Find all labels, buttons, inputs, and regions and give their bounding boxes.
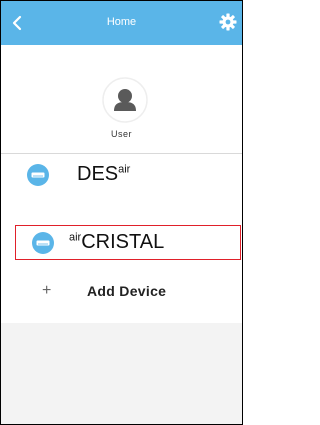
- user-avatar-icon[interactable]: [102, 77, 148, 123]
- page-title: Home: [106, 16, 137, 28]
- top-bar: Home: [1, 1, 242, 45]
- app-screen: Home User DESair airCRISTAL + Add Device: [0, 0, 243, 425]
- device-name: airCRISTAL: [69, 231, 165, 253]
- add-device-label: Add Device: [87, 283, 167, 299]
- device-item-des-air[interactable]: DESair: [1, 156, 242, 194]
- add-device-button[interactable]: + Add Device: [1, 279, 242, 307]
- gear-icon[interactable]: [218, 12, 238, 32]
- air-conditioner-icon: [32, 232, 54, 254]
- air-conditioner-icon: [27, 164, 49, 186]
- device-item-air-cristal[interactable]: airCRISTAL: [15, 225, 241, 260]
- plus-icon: +: [42, 282, 52, 299]
- empty-area: [1, 323, 242, 424]
- device-name: DESair: [77, 163, 131, 185]
- user-label: User: [110, 129, 132, 139]
- divider: [1, 153, 242, 154]
- chevron-left-icon[interactable]: [9, 14, 27, 32]
- user-profile-section: User: [1, 45, 242, 153]
